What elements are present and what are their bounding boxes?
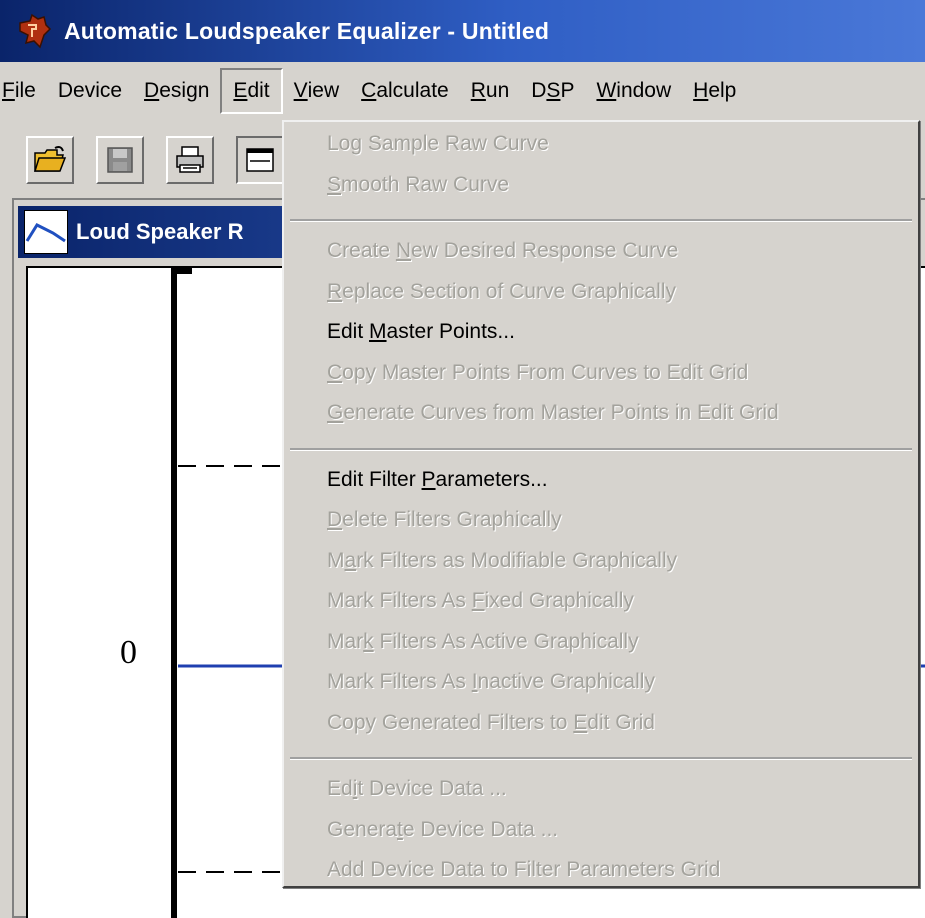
open-folder-icon [33, 146, 67, 172]
edit-menu-item-copy-master-points-from-curves-to-edit-grid[interactable]: Copy Master Points From Curves to Edit G… [327, 361, 748, 385]
menu-device[interactable]: Device [47, 68, 133, 114]
print-button[interactable] [166, 136, 214, 184]
edit-menu-item-generate-curves-from-master-points-in-edit-grid[interactable]: Generate Curves from Master Points in Ed… [327, 401, 779, 425]
edit-menu-item-mark-filters-as-fixed-graphically[interactable]: Mark Filters As Fixed Graphically [327, 589, 634, 613]
printer-icon [176, 146, 204, 173]
edit-menu-item-mark-filters-as-inactive-graphically[interactable]: Mark Filters As Inactive Graphically [327, 670, 655, 694]
menu-help[interactable]: Help [682, 68, 747, 114]
edit-menu-item-generate-device-data[interactable]: Generate Device Data ... [327, 818, 558, 842]
menu-file[interactable]: File [0, 68, 47, 114]
edit-menu-item-smooth-raw-curve[interactable]: Smooth Raw Curve [327, 173, 509, 197]
edit-menu-item-mark-filters-as-modifiable-graphically[interactable]: Mark Filters as Modifiable Graphically [327, 549, 677, 573]
edit-menu-item-edit-filter-parameters[interactable]: Edit Filter Parameters... [327, 468, 548, 492]
menu-design[interactable]: Design [133, 68, 220, 114]
menu-separator [290, 219, 912, 222]
edit-menu-item-log-sample-raw-curve[interactable]: Log Sample Raw Curve [327, 132, 549, 156]
chart-view-button[interactable] [236, 136, 284, 184]
menu-bar: File Device Design Edit View Calculate Run D S P W… [0, 62, 925, 120]
menu-separator [290, 757, 912, 760]
menu-dsp[interactable]: DSP [520, 68, 585, 114]
edit-menu-item-copy-generated-filters-to-edit-grid[interactable]: Copy Generated Filters to Edit Grid [327, 711, 655, 735]
save-disk-icon [107, 147, 133, 173]
edit-menu-dropdown: Log Sample Raw Curve Smooth Raw Curve Crea… [282, 120, 920, 888]
title-bar[interactable]: Automatic Loudspeaker Equalizer - Untitl… [0, 0, 925, 62]
save-button[interactable] [96, 136, 144, 184]
open-button[interactable] [26, 136, 74, 184]
chart-window-icon [246, 148, 274, 172]
y-tick-label-zero: 0 [120, 634, 137, 671]
menu-view[interactable]: View [283, 68, 351, 114]
menu-window[interactable]: Window [585, 68, 682, 114]
menu-separator [290, 447, 912, 451]
child-window-title: Loud Speaker R [76, 219, 244, 244]
menu-calculate[interactable]: Calculate [350, 68, 460, 114]
edit-menu-item-mark-filters-as-active-graphically[interactable]: Mark Filters As Active Graphically [327, 630, 639, 654]
edit-menu-item-create-new-desired-response-curve[interactable]: Create New Desired Response Curve [327, 239, 678, 263]
edit-menu-item-add-device-data-to-filter-parameters-grid[interactable]: Add Device Data to Filter Parameters Gri… [327, 858, 720, 882]
app-logo-icon[interactable] [14, 11, 54, 51]
response-curve-icon [24, 210, 68, 254]
edit-menu-item-replace-section-of-curve-graphically[interactable]: Replace Section of Curve Graphically [327, 280, 676, 304]
edit-menu-item-delete-filters-graphically[interactable]: Delete Filters Graphically [327, 508, 562, 532]
menu-edit[interactable]: Edit [220, 68, 283, 114]
edit-menu-item-edit-device-data[interactable]: Edit Device Data ... [327, 777, 507, 801]
window-title: Automatic Loudspeaker Equalizer - Untitl… [64, 17, 550, 44]
menu-run[interactable]: Run [460, 68, 521, 114]
edit-menu-item-edit-master-points[interactable]: Edit Master Points... [327, 320, 515, 344]
